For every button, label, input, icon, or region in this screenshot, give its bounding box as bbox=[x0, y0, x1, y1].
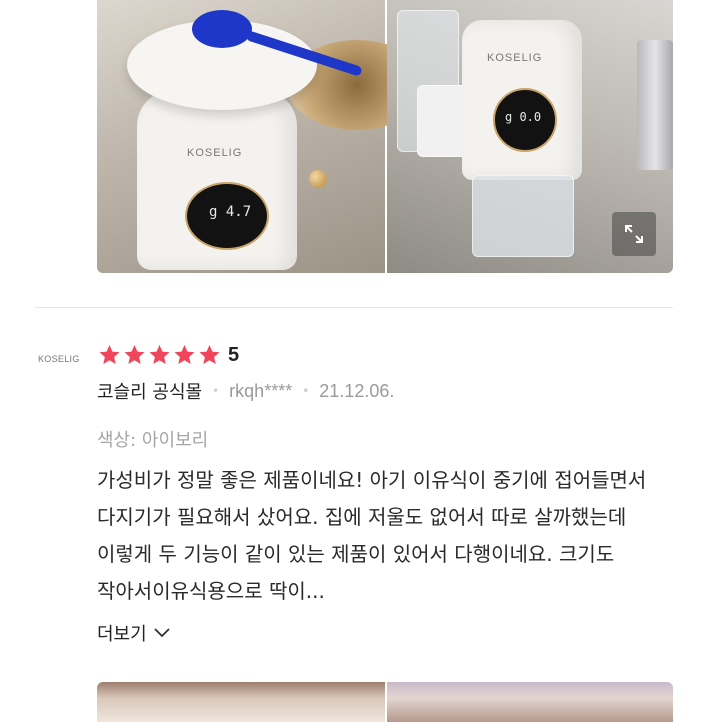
review-meta: 코슬리 공식몰 • rkqh**** • 21.12.06. bbox=[97, 378, 394, 404]
grinder-bowl-shape bbox=[472, 175, 574, 257]
review-divider bbox=[35, 307, 673, 308]
purchase-option: 색상: 아이보리 bbox=[97, 430, 209, 451]
reviewer-id: rkqh**** bbox=[229, 380, 293, 401]
scale-display-value: g 4.7 bbox=[209, 204, 252, 220]
review-date: 21.12.06. bbox=[319, 380, 395, 401]
photo-brand-label: KOSELIG bbox=[487, 52, 543, 64]
next-review-photo-row bbox=[97, 682, 673, 722]
scoop-shape bbox=[192, 10, 252, 48]
star-icon bbox=[174, 345, 195, 364]
photo-brand-label: KOSELIG bbox=[187, 147, 243, 159]
store-logo: KOSELIG bbox=[38, 354, 80, 364]
chevron-down-icon bbox=[154, 628, 170, 638]
grinder-display: g 0.0 bbox=[493, 88, 557, 152]
expand-photo-button[interactable] bbox=[612, 212, 656, 256]
review-photo-2[interactable]: KOSELIG g 0.0 bbox=[387, 0, 673, 273]
next-review-photo-1[interactable] bbox=[97, 682, 385, 722]
star-icon bbox=[199, 345, 220, 364]
star-icon bbox=[99, 345, 120, 364]
next-review-photo-2[interactable] bbox=[387, 682, 673, 722]
more-button[interactable]: 더보기 bbox=[97, 620, 171, 646]
meta-separator: • bbox=[212, 384, 220, 398]
review-rating: 5 bbox=[97, 343, 239, 367]
meta-separator: • bbox=[302, 384, 310, 398]
star-rating bbox=[97, 343, 222, 367]
gold-knob-shape bbox=[309, 170, 327, 188]
review-body: 가성비가 정말 좋은 제품이네요! 아기 이유식이 중기에 접어들면서 다지기가… bbox=[97, 468, 647, 603]
store-logo-text: KOSELIG bbox=[38, 354, 80, 364]
grinder-display-value: g 0.0 bbox=[505, 110, 542, 124]
expand-icon bbox=[625, 225, 643, 243]
review-photo-1[interactable]: KOSELIG g 4.7 bbox=[97, 0, 427, 273]
store-name: 코슬리 공식몰 bbox=[97, 382, 203, 403]
rating-score: 5 bbox=[228, 343, 240, 366]
more-label: 더보기 bbox=[97, 624, 147, 645]
scale-display: g 4.7 bbox=[185, 182, 269, 250]
bag-shape bbox=[637, 40, 673, 170]
star-icon bbox=[124, 345, 145, 364]
review-photo-row: KOSELIG g 4.7 KOSELIG g 0.0 bbox=[97, 0, 673, 273]
star-icon bbox=[149, 345, 170, 364]
